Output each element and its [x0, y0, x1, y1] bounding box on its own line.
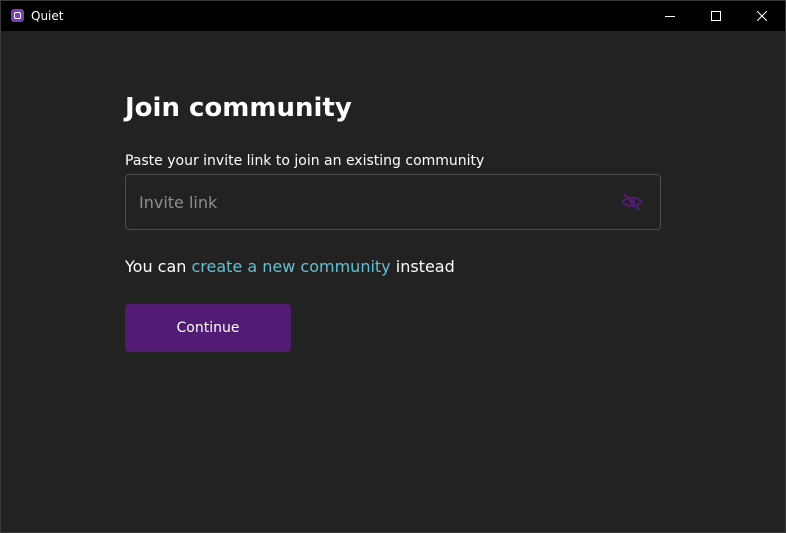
quiet-logo-icon — [11, 9, 24, 22]
invite-link-label: Paste your invite link to join an existi… — [125, 153, 485, 169]
invite-link-input[interactable] — [139, 175, 609, 229]
continue-button[interactable]: Continue — [125, 304, 291, 352]
window-title: Quiet — [31, 9, 64, 23]
maximize-icon — [711, 11, 721, 21]
hint-prefix: You can — [125, 257, 192, 276]
create-community-hint: You can create a new community instead — [125, 257, 455, 277]
quiet-logo-inner — [14, 12, 21, 19]
minimize-button[interactable] — [647, 1, 693, 31]
eye-off-icon[interactable] — [622, 193, 642, 211]
close-button[interactable] — [739, 1, 785, 31]
visibility-toggle-graphic — [622, 193, 642, 211]
hint-suffix: instead — [390, 257, 455, 276]
close-icon — [757, 11, 767, 21]
title-bar[interactable]: Quiet — [1, 1, 785, 31]
page-title: Join community — [125, 93, 352, 123]
app-window: Quiet Join community Paste your invite l… — [0, 0, 786, 533]
invite-link-field[interactable] — [125, 174, 661, 230]
minimize-icon — [665, 16, 675, 17]
create-community-link[interactable]: create a new community — [192, 257, 391, 276]
maximize-button[interactable] — [693, 1, 739, 31]
